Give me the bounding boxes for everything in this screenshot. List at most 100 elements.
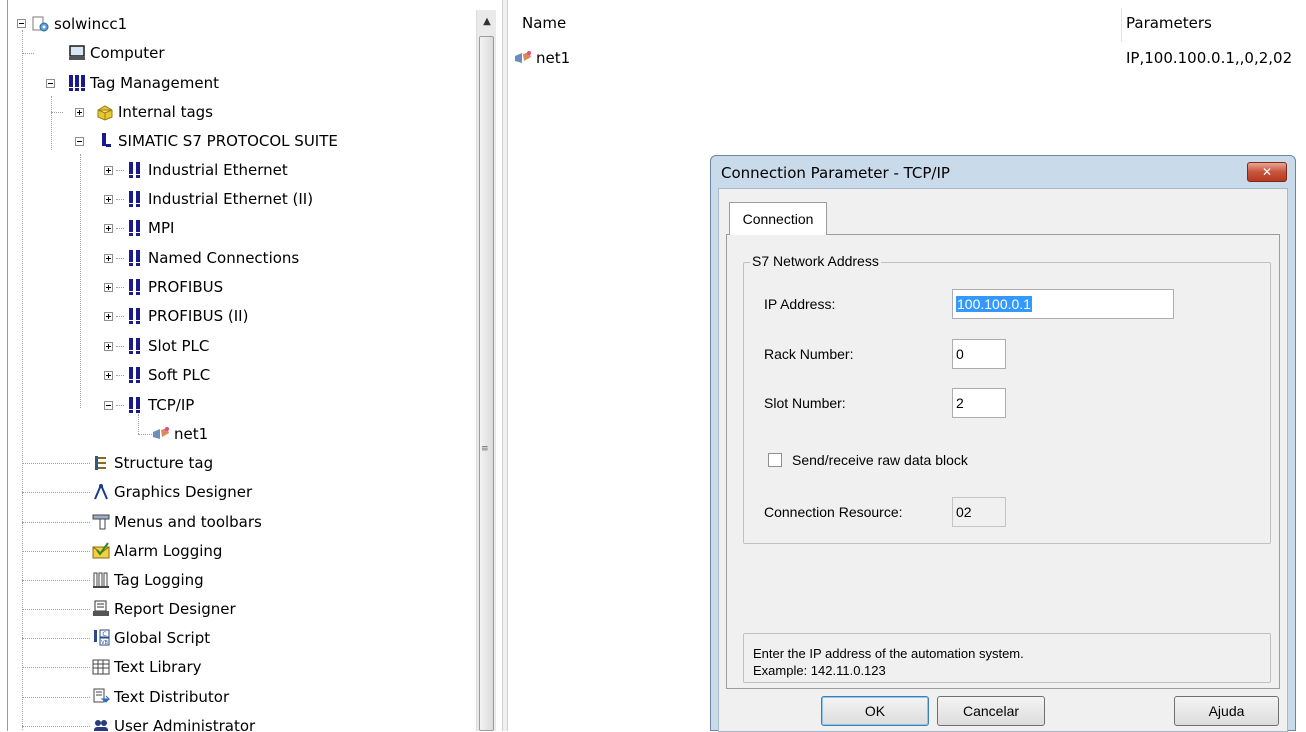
tree-item-label: Text Distributor — [114, 688, 230, 706]
tree-item-label: PROFIBUS — [148, 278, 224, 296]
internal-tags-icon — [96, 103, 114, 121]
tree-item-label: Computer — [90, 44, 165, 62]
tree-item-label: Structure tag — [114, 454, 214, 472]
tree-item-menus-toolbars[interactable]: Menus and toolbars — [92, 510, 262, 534]
tab-panel: S7 Network Address IP Address: 100.100.0… — [726, 234, 1280, 689]
tag-logging-icon — [92, 571, 110, 589]
tree-item-label: Graphics Designer — [114, 483, 253, 501]
expand-toggle[interactable] — [75, 108, 84, 117]
dialog-title: Connection Parameter - TCP/IP — [721, 164, 950, 182]
slot-number-input[interactable]: 2 — [952, 388, 1006, 418]
help-button[interactable]: Ajuda — [1174, 696, 1279, 726]
tree-line — [22, 609, 90, 610]
tree-item-simatic-s7[interactable]: SIMATIC S7 PROTOCOL SUITE — [96, 129, 338, 153]
tree-item-report-designer[interactable]: Report Designer — [92, 597, 236, 621]
tree-line — [138, 434, 152, 435]
expand-toggle[interactable] — [104, 254, 113, 263]
scroll-up-icon[interactable]: ▲ — [477, 10, 497, 32]
channel-icon — [126, 190, 144, 208]
tree-item-soft-plc[interactable]: Soft PLC — [126, 363, 210, 387]
column-separator[interactable] — [1121, 8, 1122, 42]
tree-item-solwincc1[interactable]: solwincc1 — [32, 12, 127, 36]
connection-icon — [152, 425, 170, 443]
tree-item-tag-management[interactable]: Tag Management — [68, 71, 219, 95]
channel-icon — [126, 278, 144, 296]
tree-line — [116, 199, 124, 200]
expand-toggle[interactable] — [104, 371, 113, 380]
raw-data-label[interactable]: Send/receive raw data block — [792, 452, 968, 468]
collapse-toggle[interactable] — [46, 79, 55, 88]
slot-number-label: Slot Number: — [764, 395, 846, 411]
tree-line — [116, 375, 124, 376]
tree-item-graphics-designer[interactable]: Graphics Designer — [92, 480, 252, 504]
tree-item-alarm-logging[interactable]: Alarm Logging — [92, 539, 222, 563]
tree-item-label: SIMATIC S7 PROTOCOL SUITE — [118, 132, 338, 150]
list-cell-parameters: IP,100.100.0.1,,0,2,02 — [1126, 49, 1293, 67]
collapse-toggle[interactable] — [75, 137, 84, 146]
tree-item-mpi[interactable]: MPI — [126, 216, 174, 240]
tree-border — [7, 0, 8, 731]
tab-connection[interactable]: Connection — [729, 202, 827, 235]
tree-item-label: Slot PLC — [148, 337, 210, 355]
tree-item-label: Tag Logging — [114, 571, 204, 589]
tree-item-label: solwincc1 — [54, 15, 128, 33]
text-distributor-icon — [92, 688, 110, 706]
tree-item-global-script[interactable]: C VB Global Script — [92, 626, 210, 650]
channel-icon — [126, 161, 144, 179]
tree-item-named-connections[interactable]: Named Connections — [126, 246, 299, 270]
tree-item-structure-tag[interactable]: Structure tag — [92, 451, 213, 475]
tree-item-tcp-ip[interactable]: TCP/IP — [126, 393, 194, 417]
tree-item-text-distributor[interactable]: Text Distributor — [92, 685, 229, 709]
tree-item-net1[interactable]: net1 — [152, 422, 208, 446]
ip-address-input[interactable]: 100.100.0.1 — [952, 289, 1174, 319]
cancel-button[interactable]: Cancelar — [937, 696, 1045, 726]
tree-item-text-library[interactable]: Text Library — [92, 655, 202, 679]
tree-item-industrial-ethernet-ii[interactable]: Industrial Ethernet (II) — [126, 187, 313, 211]
expand-toggle[interactable] — [104, 283, 113, 292]
tree-item-user-administrator[interactable]: User Administrator — [92, 714, 255, 731]
column-header-name[interactable]: Name — [522, 14, 566, 32]
collapse-toggle[interactable] — [104, 401, 113, 410]
scroll-thumb[interactable] — [479, 36, 494, 731]
structure-tag-icon — [92, 454, 110, 472]
s7-network-address-group: S7 Network Address IP Address: 100.100.0… — [743, 253, 1271, 544]
tree-item-internal-tags[interactable]: Internal tags — [96, 100, 213, 124]
close-icon[interactable]: ✕ — [1247, 162, 1287, 182]
project-tree[interactable]: solwincc1 Computer Tag Management Intern… — [0, 0, 478, 731]
channel-icon — [126, 337, 144, 355]
connection-parameter-dialog[interactable]: Connection Parameter - TCP/IP ✕ Connecti… — [710, 155, 1296, 732]
expand-toggle[interactable] — [104, 166, 113, 175]
tree-item-label: TCP/IP — [148, 396, 195, 414]
raw-data-checkbox[interactable] — [768, 453, 782, 467]
graphics-designer-icon — [92, 483, 110, 501]
dialog-client-area: Connection S7 Network Address IP Address… — [718, 188, 1288, 732]
list-row-net1[interactable]: net1 — [514, 49, 570, 67]
tree-line — [116, 170, 124, 171]
tree-item-profibus[interactable]: PROFIBUS — [126, 275, 223, 299]
rack-number-input[interactable]: 0 — [952, 339, 1006, 369]
channel-icon — [126, 307, 144, 325]
tree-item-label: PROFIBUS (II) — [148, 307, 249, 325]
tree-item-computer[interactable]: Computer — [68, 41, 165, 65]
tree-item-label: Global Script — [114, 629, 211, 647]
tree-item-tag-logging[interactable]: Tag Logging — [92, 568, 204, 592]
collapse-toggle[interactable] — [17, 19, 26, 28]
channel-icon — [126, 396, 144, 414]
tree-vertical-scrollbar[interactable]: ▲ ≡ — [476, 10, 496, 731]
tree-line — [22, 492, 90, 493]
tree-item-slot-plc[interactable]: Slot PLC — [126, 334, 209, 358]
tree-line — [22, 697, 90, 698]
grip-icon: ≡ — [481, 444, 489, 454]
expand-toggle[interactable] — [104, 195, 113, 204]
tree-line — [22, 463, 90, 464]
tree-item-label: Industrial Ethernet (II) — [148, 190, 314, 208]
expand-toggle[interactable] — [104, 224, 113, 233]
tree-item-label: Alarm Logging — [114, 542, 223, 560]
ok-button[interactable]: OK — [821, 696, 929, 726]
tree-item-profibus-ii[interactable]: PROFIBUS (II) — [126, 304, 248, 328]
tree-item-industrial-ethernet[interactable]: Industrial Ethernet — [126, 158, 288, 182]
tree-item-label: Report Designer — [114, 600, 236, 618]
expand-toggle[interactable] — [104, 342, 113, 351]
expand-toggle[interactable] — [104, 312, 113, 321]
column-header-parameters[interactable]: Parameters — [1126, 14, 1212, 32]
